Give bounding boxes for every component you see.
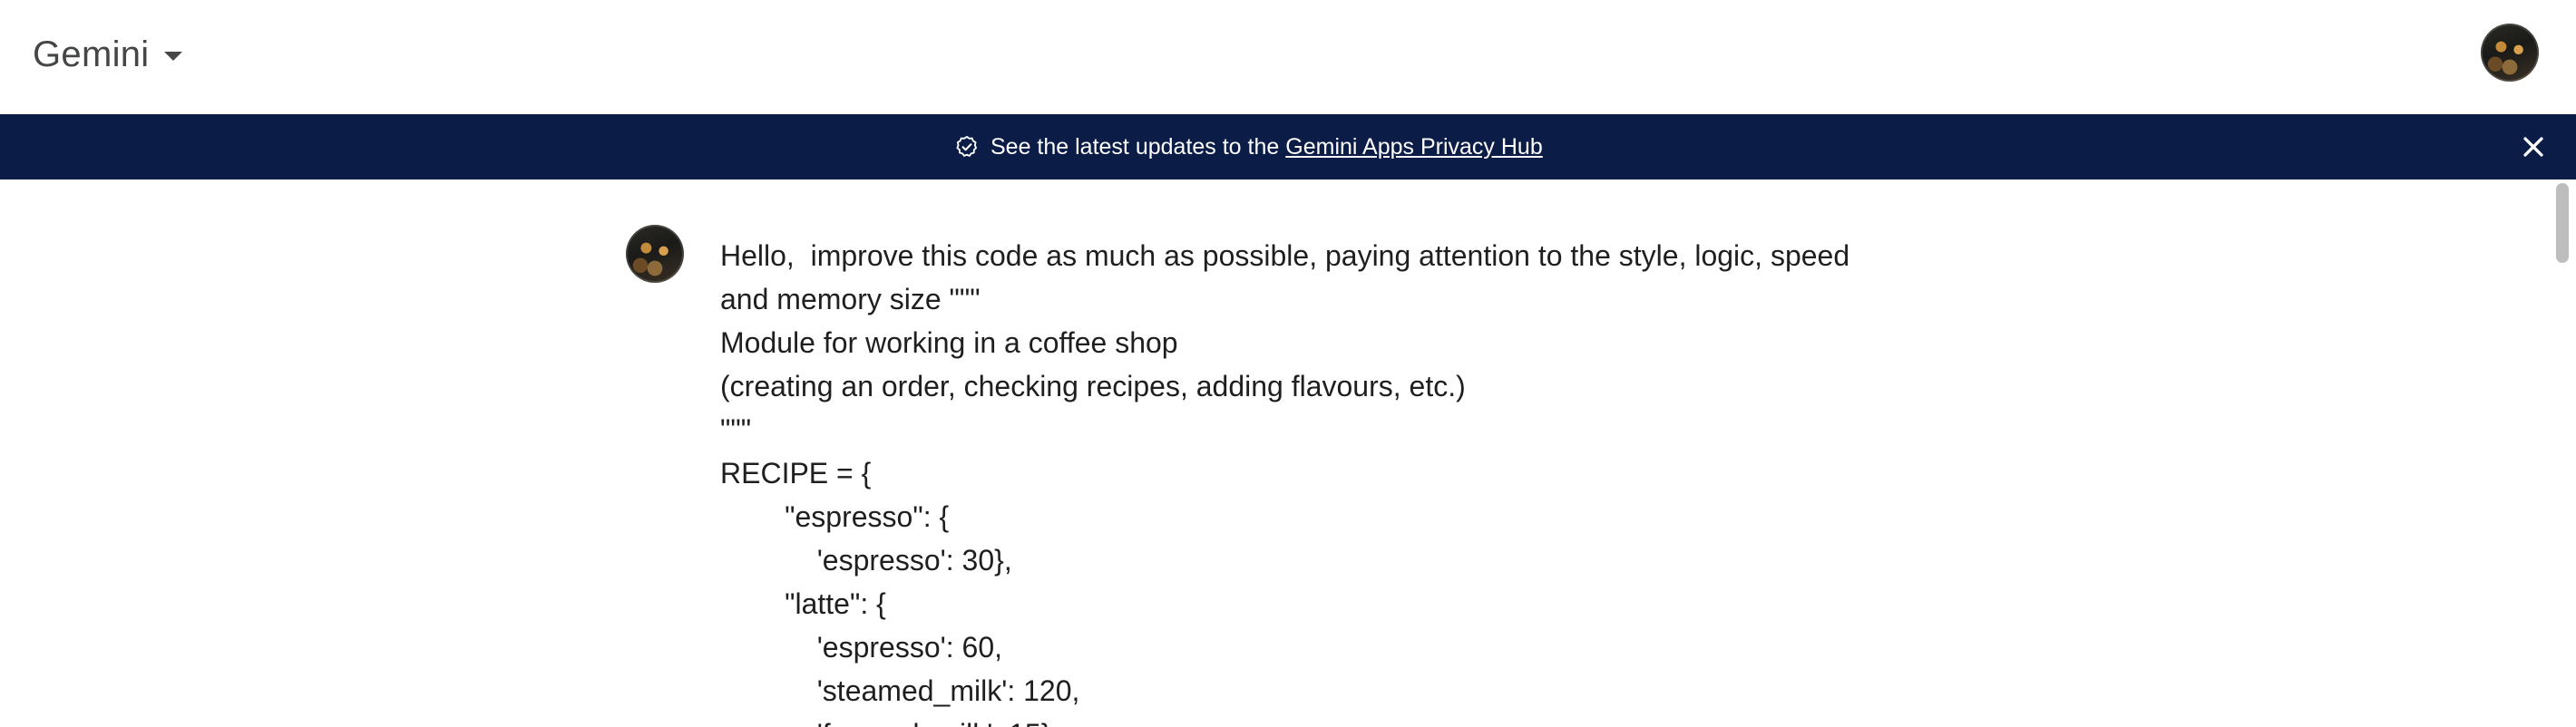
account-avatar[interactable] — [2481, 24, 2539, 82]
prompt-line: 'foamed_milk': 15}, — [720, 712, 1899, 727]
prompt-line: Hello, improve this code as much as poss… — [720, 239, 1850, 272]
prompt-line: "latte": { — [720, 587, 886, 620]
chat-content: Hello, improve this code as much as poss… — [0, 179, 2576, 727]
prompt-line: RECIPE = { — [720, 457, 872, 490]
top-bar: Gemini — [0, 0, 2576, 114]
close-icon[interactable] — [2517, 131, 2550, 163]
prompt-line: (creating an order, checking recipes, ad… — [720, 370, 1466, 402]
privacy-hub-link[interactable]: Gemini Apps Privacy Hub — [1285, 134, 1542, 160]
prompt-line: 'steamed_milk': 120, — [720, 674, 1080, 707]
prompt-line: Module for working in a coffee shop — [720, 326, 1178, 359]
check-badge-icon — [956, 135, 977, 157]
user-avatar — [626, 225, 684, 283]
user-prompt: Hello, improve this code as much as poss… — [720, 234, 1899, 727]
prompt-line: and memory size """ — [720, 283, 981, 315]
banner-content: See the latest updates to the Gemini App… — [954, 114, 1543, 179]
model-switcher-button[interactable]: Gemini — [33, 27, 182, 82]
caret-down-icon — [163, 52, 182, 61]
banner-text: See the latest updates to the — [990, 133, 1280, 160]
prompt-line: "espresso": { — [720, 500, 950, 533]
prompt-line: 'espresso': 60, — [720, 631, 1003, 664]
prompt-line: """ — [720, 413, 752, 446]
app-title: Gemini — [33, 34, 150, 74]
scrollbar-thumb[interactable] — [2556, 183, 2569, 263]
prompt-line: 'espresso': 30}, — [720, 544, 1012, 577]
privacy-banner: See the latest updates to the Gemini App… — [0, 114, 2576, 179]
